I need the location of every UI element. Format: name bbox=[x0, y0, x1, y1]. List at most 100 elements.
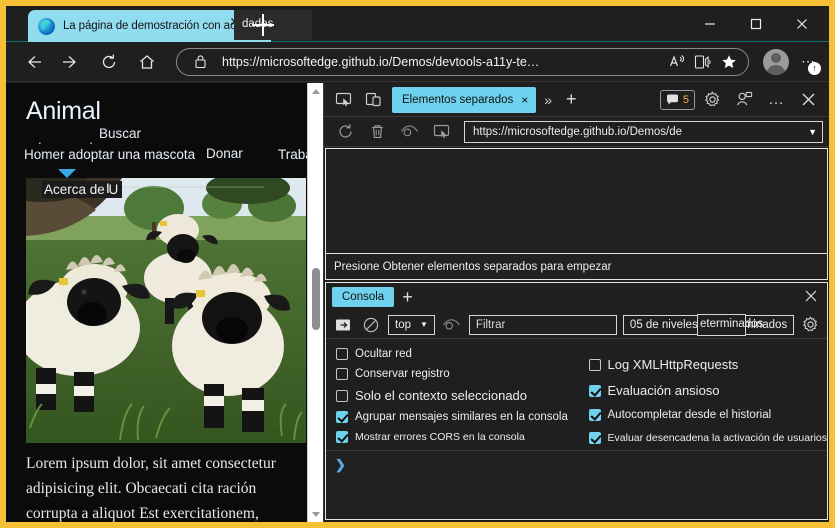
devtools-close-icon[interactable] bbox=[793, 86, 823, 114]
checkbox-log-xmlhttprequests[interactable]: Log XMLHttpRequests bbox=[588, 357, 827, 372]
device-emulation-icon[interactable] bbox=[358, 86, 388, 114]
checkbox-box[interactable] bbox=[336, 368, 348, 380]
checkbox-label: Autocompletar desde el historial bbox=[607, 409, 772, 421]
checkbox-evaluar-activacion-usuarios[interactable]: Evaluar desencadena la activación de usu… bbox=[588, 432, 827, 444]
nav-link-buscar[interactable]: Buscar bbox=[99, 126, 141, 141]
live-expression-icon[interactable] bbox=[441, 315, 463, 335]
web-page-viewport: Animal . . Buscar Homer adoptar una masc… bbox=[6, 83, 323, 522]
close-window-button[interactable] bbox=[779, 6, 825, 42]
tab-elementos-separados[interactable]: Elementos separados × bbox=[392, 86, 537, 113]
page-scrollbar[interactable] bbox=[307, 83, 323, 522]
refresh-icon[interactable] bbox=[330, 118, 360, 146]
console-drawer: Consola + top ▼ Filtrar 05 de niveles et… bbox=[325, 282, 828, 520]
gear-icon[interactable] bbox=[697, 86, 727, 114]
checkbox-evaluacion-ansioso[interactable]: Evaluación ansioso bbox=[588, 383, 827, 398]
checkbox-ocultar-red[interactable]: Ocultar red bbox=[336, 348, 579, 360]
browser-window: La página de demostración con accesibil … bbox=[0, 0, 835, 528]
tab-consola[interactable]: Consola bbox=[332, 287, 395, 307]
console-output-area[interactable]: ❯ bbox=[326, 451, 827, 519]
browser-more-menu[interactable]: ⋯ ↑ bbox=[791, 45, 825, 79]
scrollbar-thumb[interactable] bbox=[312, 268, 320, 330]
elements-panel-status: Presione Obtener elementos separados par… bbox=[325, 254, 828, 280]
home-icon[interactable] bbox=[130, 45, 164, 79]
browser-toolbar: https://microsoftedge.github.io/Demos/de… bbox=[6, 42, 829, 82]
title-bar: La página de demostración con accesibil … bbox=[6, 6, 829, 42]
read-aloud-icon[interactable] bbox=[664, 50, 690, 74]
update-badge: ↑ bbox=[808, 61, 821, 75]
checkbox-box[interactable] bbox=[336, 389, 348, 402]
checkbox-box[interactable] bbox=[588, 409, 601, 421]
console-settings-left-column: Ocultar red Conservar registro Solo el c… bbox=[326, 348, 579, 444]
devtools-url-text: https://microsoftedge.github.io/Demos/de bbox=[473, 125, 683, 138]
feedback-icon[interactable] bbox=[729, 86, 759, 114]
checkbox-box[interactable] bbox=[588, 432, 601, 444]
checkbox-box[interactable] bbox=[588, 384, 601, 397]
console-filter-placeholder: Filtrar bbox=[475, 318, 506, 331]
checkbox-conservar-registro[interactable]: Conservar registro bbox=[336, 368, 579, 380]
trash-icon[interactable] bbox=[362, 118, 392, 146]
console-add-tab-button[interactable]: + bbox=[394, 287, 421, 308]
forward-arrow-icon[interactable] bbox=[54, 45, 88, 79]
avatar[interactable] bbox=[763, 48, 789, 75]
checkbox-box[interactable] bbox=[336, 411, 348, 423]
checkbox-agrupar-mensajes[interactable]: Agrupar mensajes similares en la consola bbox=[336, 411, 579, 423]
console-sidebar-icon[interactable] bbox=[332, 315, 354, 335]
more-tabs-icon[interactable]: » bbox=[536, 92, 560, 108]
chevron-down-icon: ▼ bbox=[420, 320, 428, 329]
back-arrow-icon[interactable] bbox=[16, 45, 50, 79]
add-tab-button[interactable]: + bbox=[560, 89, 583, 110]
page-paragraph: Lorem ipsum dolor, sit amet consectetur … bbox=[26, 455, 276, 522]
page-title: Animal bbox=[26, 97, 101, 125]
console-close-icon[interactable] bbox=[795, 289, 827, 306]
checkbox-label: Log XMLHttpRequests bbox=[607, 357, 739, 372]
maximize-button[interactable] bbox=[733, 6, 779, 42]
edge-logo-icon bbox=[38, 17, 55, 35]
console-settings-pane: Ocultar red Conservar registro Solo el c… bbox=[326, 339, 827, 451]
chevron-down-icon[interactable]: ▼ bbox=[804, 127, 817, 137]
checkbox-label: Ocultar red bbox=[355, 348, 412, 360]
checkbox-autocompletar-historial[interactable]: Autocompletar desde el historial bbox=[588, 409, 827, 421]
chevron-down-icon[interactable] bbox=[58, 169, 76, 178]
inspect-icon[interactable] bbox=[426, 118, 456, 146]
checkbox-mostrar-errores-cors[interactable]: Mostrar errores CORS en la consola bbox=[336, 431, 579, 443]
devtools-url-select[interactable]: https://microsoftedge.github.io/Demos/de… bbox=[464, 120, 823, 143]
checkbox-label: Mostrar errores CORS en la consola bbox=[355, 431, 525, 443]
console-toolbar: top ▼ Filtrar 05 de niveles predetermina… bbox=[326, 311, 827, 339]
checkbox-box[interactable] bbox=[336, 431, 348, 443]
reload-icon[interactable] bbox=[92, 45, 126, 79]
hero-image bbox=[26, 178, 306, 443]
console-settings-right-column: Log XMLHttpRequests Evaluación ansioso A… bbox=[579, 348, 827, 444]
clear-console-icon[interactable] bbox=[360, 315, 382, 335]
checkbox-label: Evaluar desencadena la activación de usu… bbox=[607, 432, 827, 444]
minimize-button[interactable] bbox=[687, 6, 733, 42]
tab-label: Elementos separados bbox=[402, 93, 514, 106]
checkbox-box[interactable] bbox=[336, 348, 348, 360]
star-icon[interactable] bbox=[716, 50, 742, 74]
text-cursor: I bbox=[106, 181, 110, 196]
devtools-more-icon[interactable]: … bbox=[761, 86, 791, 114]
inspect-element-icon[interactable] bbox=[328, 86, 358, 114]
console-context-select[interactable]: top ▼ bbox=[388, 314, 435, 335]
new-tab-overlay-label: dades bbox=[242, 18, 274, 30]
nav-link-donar[interactable]: Donar bbox=[206, 146, 243, 161]
checkbox-solo-contexto-seleccionado[interactable]: Solo el contexto seleccionado bbox=[336, 388, 579, 403]
eye-icon[interactable] bbox=[394, 118, 424, 146]
address-bar[interactable]: https://microsoftedge.github.io/Demos/de… bbox=[176, 47, 749, 76]
immersive-reader-icon[interactable] bbox=[690, 50, 716, 74]
hero-caption: Acerca de U bbox=[42, 181, 123, 198]
window-controls bbox=[687, 6, 825, 42]
devtools-panel: Elementos separados × » + 5 … https://mi… bbox=[323, 83, 829, 522]
checkbox-box[interactable] bbox=[588, 358, 601, 371]
console-settings-gear-icon[interactable] bbox=[802, 316, 821, 333]
issues-icon bbox=[666, 94, 678, 105]
devtools-secondary-toolbar: https://microsoftedge.github.io/Demos/de… bbox=[324, 117, 829, 147]
scroll-down-arrow-icon[interactable] bbox=[308, 506, 323, 522]
console-prompt-caret: ❯ bbox=[335, 457, 346, 472]
scroll-up-arrow-icon[interactable] bbox=[308, 83, 323, 99]
issues-button[interactable]: 5 bbox=[659, 89, 695, 110]
nav-link-homer[interactable]: Homer adoptar una mascota bbox=[24, 147, 195, 162]
tab-close-icon[interactable]: × bbox=[521, 93, 528, 107]
console-filter-input[interactable]: Filtrar bbox=[468, 314, 617, 335]
issues-count: 5 bbox=[682, 93, 689, 106]
checkbox-label: Evaluación ansioso bbox=[607, 383, 720, 398]
